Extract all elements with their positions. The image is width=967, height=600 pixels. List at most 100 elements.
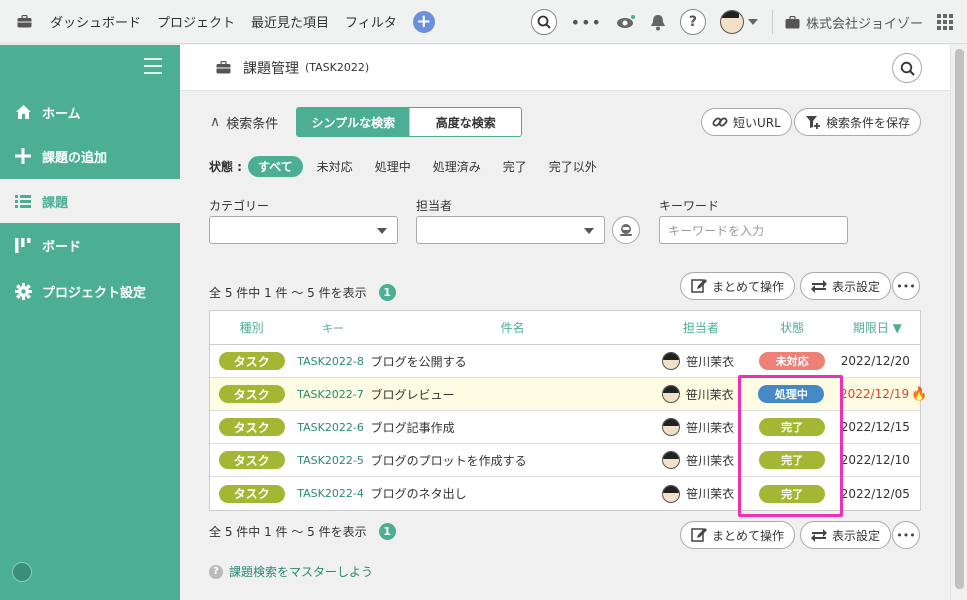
sidebar-item-issues[interactable]: 課題 [0,179,180,223]
nav-dashboard[interactable]: ダッシュボード [50,12,141,31]
filter-plus-icon [806,116,820,129]
page-header: 課題管理 (TASK2022) [180,45,950,91]
bell-icon[interactable] [650,14,666,31]
issue-summary[interactable]: ブログを公開する [369,353,657,370]
keyword-input[interactable]: キーワードを入力 [659,216,848,244]
nav-filters[interactable]: フィルタ [345,12,397,31]
col-header-type[interactable]: 種別 [210,319,293,336]
chat-bubble-icon[interactable] [12,562,32,582]
add-plus-icon[interactable]: + [412,10,435,33]
display-settings-button[interactable]: 表示設定 [800,272,892,300]
assignee-name: 笹川茉衣 [686,420,735,435]
top-bar: ダッシュボード プロジェクト 最近見た項目 フィルタ + ••• ? 株式会社ジ… [0,0,967,44]
bulk-edit-button[interactable]: まとめて操作 [680,521,796,549]
table-row[interactable]: タスク TASK2022-8 ブログを公開する 笹川茉衣 未対応 2022/12/20 [210,345,920,378]
more-options-button[interactable]: ••• [892,272,920,300]
assignee-name: 笹川茉衣 [686,354,735,369]
company-briefcase-icon [785,15,800,28]
more-dots-icon[interactable]: ••• [571,13,602,32]
scrollbar-thumb[interactable] [955,49,964,589]
col-header-name[interactable]: 件名 [369,319,657,336]
category-label: カテゴリー [209,199,270,213]
keyword-label: キーワード [659,199,720,213]
watch-eye-icon[interactable] [616,15,636,29]
issue-summary[interactable]: ブログ記事作成 [369,419,657,436]
list-icon [14,192,32,210]
question-icon: ? [209,564,223,579]
advanced-search-tab[interactable]: 高度な検索 [409,108,522,136]
help-link[interactable]: ? 課題検索をマスターしよう [209,563,373,580]
col-header-due-date[interactable]: 期限日 ▼ [835,319,920,336]
sidebar-item-board[interactable]: ボード [0,223,180,267]
search-icon[interactable] [892,53,922,83]
category-select[interactable] [209,216,398,244]
assignee-select[interactable] [416,216,605,244]
save-search-button[interactable]: 検索条件を保存 [794,108,922,136]
nav-projects[interactable]: プロジェクト [157,12,235,31]
result-count-text: 全 5 件中 1 件 ～ 5 件を表示 [209,286,367,300]
assignee-label: 担当者 [416,199,453,213]
user-self-icon [620,224,632,236]
board-icon [14,236,32,254]
issue-key-link[interactable]: TASK2022-6 [297,421,368,434]
issue-key-link[interactable]: TASK2022-7 [297,388,368,401]
status-badge[interactable]: 未対応 [759,352,826,370]
swap-arrows-icon [811,280,827,293]
page-title: 課題管理 [243,60,299,77]
status-option-closed[interactable]: 完了 [503,158,527,175]
chevron-up-icon[interactable]: ∧ [210,114,220,130]
sidebar-item-project-settings[interactable]: プロジェクト設定 [0,269,180,313]
issue-summary[interactable]: ブログレビュー [368,386,655,403]
page-number[interactable]: 1 [378,284,396,301]
hamburger-menu-icon[interactable] [144,58,162,74]
more-dots-icon: ••• [896,279,916,293]
status-option-in-progress[interactable]: 処理中 [375,158,411,175]
short-url-button[interactable]: 短いURL [701,108,792,136]
assignee-name: 笹川茉衣 [685,387,734,402]
status-option-open[interactable]: 未対応 [317,158,353,175]
col-header-key[interactable]: キー [297,320,368,336]
issue-type-badge: タスク [218,484,285,503]
due-date: 2022/12/05 [840,486,910,501]
sidebar-item-label: プロジェクト設定 [42,285,147,301]
assignee-avatar [662,418,681,436]
help-link-text: 課題検索をマスターしよう [229,565,374,579]
col-header-status[interactable]: 状態 [749,319,834,336]
edit-icon [691,528,707,542]
briefcase-icon[interactable] [16,15,32,29]
company-name: 株式会社ジョイゾー [805,16,923,32]
nav-recent-items[interactable]: 最近見た項目 [251,12,329,31]
sidebar-item-add-issue[interactable]: 課題の追加 [0,134,180,178]
issue-summary[interactable]: ブログのプロットを作成する [369,452,657,469]
vertical-scrollbar[interactable] [950,45,967,600]
dropdown-caret-icon [377,228,387,234]
search-icon[interactable] [530,9,557,35]
user-avatar-menu[interactable] [719,10,758,34]
simple-search-tab[interactable]: シンプルな検索 [297,108,410,136]
top-nav: ダッシュボード プロジェクト 最近見た項目 フィルタ + [50,10,435,33]
status-option-not-closed[interactable]: 完了以外 [549,158,597,175]
more-options-button[interactable]: ••• [892,521,920,549]
issue-summary[interactable]: ブログのネタ出し [369,485,657,502]
col-header-assignee[interactable]: 担当者 [656,319,745,336]
table-header: 種別 キー 件名 担当者 状態 期限日 ▼ [210,311,920,345]
company-switcher[interactable]: 株式会社ジョイゾー [785,13,923,32]
issue-key-link[interactable]: TASK2022-8 [297,355,368,368]
sidebar: ホーム 課題の追加 課題 ボード プロジェクト設定 [0,45,180,600]
apps-grid-icon[interactable] [937,14,953,30]
plus-icon [14,147,32,165]
status-option-resolved[interactable]: 処理済み [433,158,481,175]
bulk-edit-button[interactable]: まとめて操作 [680,272,796,300]
page-number[interactable]: 1 [378,523,396,540]
help-icon[interactable]: ? [679,9,706,35]
search-conditions-title[interactable]: 検索条件 [226,113,278,132]
status-option-all[interactable]: すべて [247,156,303,177]
display-settings-button[interactable]: 表示設定 [800,521,892,549]
dropdown-caret-icon [584,228,594,234]
assignee-avatar [661,385,680,403]
issue-key-link[interactable]: TASK2022-4 [297,487,368,500]
assign-myself-button[interactable] [612,216,640,244]
result-count-bottom: 全 5 件中 1 件 ～ 5 件を表示 1 [209,523,396,540]
issue-key-link[interactable]: TASK2022-5 [297,454,368,467]
sidebar-item-home[interactable]: ホーム [0,90,180,134]
